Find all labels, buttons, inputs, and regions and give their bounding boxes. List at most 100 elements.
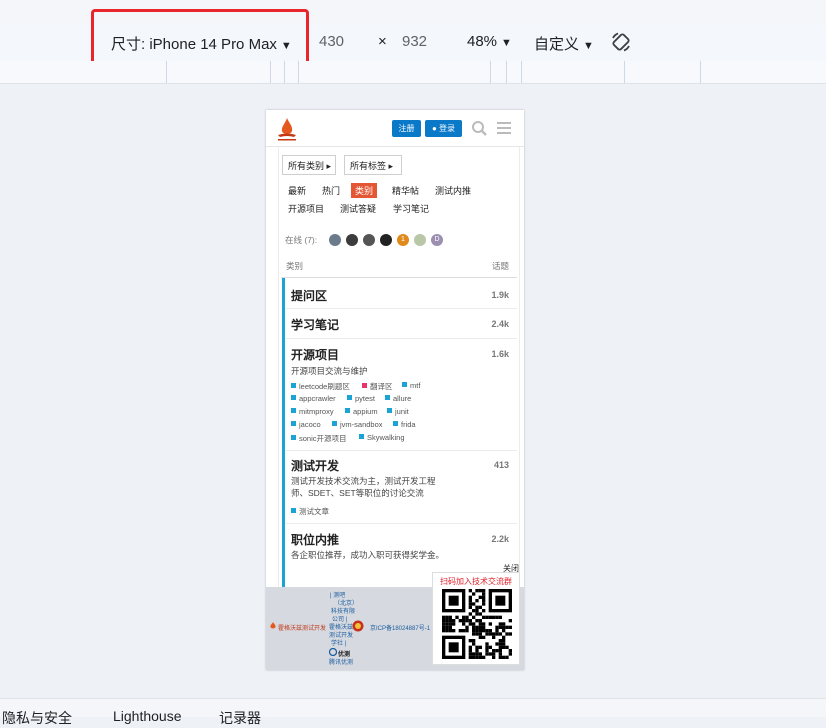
avatar[interactable]: D xyxy=(431,234,443,246)
throttle-label: 自定义 xyxy=(534,36,580,53)
subcategory-label: mtf xyxy=(410,381,421,390)
category-color-bar xyxy=(282,278,285,587)
bullet-square-icon xyxy=(345,408,350,413)
tab-open-source[interactable]: 开源项目 xyxy=(288,202,324,215)
bullet-square-icon xyxy=(332,421,337,426)
footer-line: 学社 | xyxy=(331,641,347,647)
all-tags-dropdown[interactable]: 所有标签 ▸ xyxy=(344,155,402,175)
category-title[interactable]: 开源项目 xyxy=(291,346,339,363)
category-description: 各企职位推荐，成功入职可获得奖学金。 xyxy=(291,550,445,560)
chevron-down-icon: ▼ xyxy=(583,40,594,52)
footer-youce-sub[interactable]: 腾讯优测 xyxy=(329,657,353,666)
tab-lighthouse[interactable]: Lighthouse xyxy=(113,708,182,724)
subcategory-label: appcrawler xyxy=(299,394,336,403)
category-count: 413 xyxy=(493,460,509,470)
icp-license[interactable]: 京ICP备18024887号-1 xyxy=(370,623,430,632)
login-button[interactable]: ● 登录 xyxy=(425,120,462,137)
category-divider xyxy=(285,308,517,309)
rotate-icon[interactable] xyxy=(609,30,633,54)
subcategory-label: jacoco xyxy=(299,420,321,429)
bullet-square-icon xyxy=(393,421,398,426)
category-column-header: 类别 xyxy=(286,261,304,271)
category-count: 2.4k xyxy=(491,319,509,329)
caret-right-icon: ▸ xyxy=(326,161,332,171)
category-divider xyxy=(285,338,517,339)
subcategory-link[interactable]: appium xyxy=(345,407,378,416)
subcategory-link[interactable]: Skywalking xyxy=(359,433,405,442)
category-count: 1.9k xyxy=(491,290,509,300)
avatar[interactable] xyxy=(414,234,426,246)
bullet-square-icon xyxy=(362,383,367,388)
subcategory-label: Skywalking xyxy=(367,433,405,442)
bullet-square-icon xyxy=(291,508,296,513)
category-count: 2.2k xyxy=(491,534,509,544)
site-logo-icon[interactable] xyxy=(274,116,300,142)
subcategory-link[interactable]: allure xyxy=(385,394,411,403)
qr-code-icon xyxy=(442,589,512,659)
tab-privacy-security[interactable]: 隐私与安全 xyxy=(2,708,72,728)
avatar[interactable] xyxy=(329,234,341,246)
bullet-square-icon xyxy=(385,395,390,400)
qr-title: 扫码加入技术交流群 xyxy=(440,577,512,586)
search-icon[interactable] xyxy=(471,120,488,137)
category-description: 开源项目交流与维护 xyxy=(291,366,368,376)
all-tags-label: 所有标签 xyxy=(350,161,387,171)
footer-logo-icon xyxy=(270,622,276,629)
all-categories-label: 所有类别 xyxy=(288,161,325,171)
avatar[interactable] xyxy=(363,234,375,246)
bullet-square-icon xyxy=(291,383,296,388)
tab-qa[interactable]: 测试答疑 xyxy=(340,202,376,215)
tab-categories[interactable]: 类别 xyxy=(351,183,378,198)
hamburger-menu-icon[interactable] xyxy=(496,120,512,136)
width-input[interactable]: 430 xyxy=(319,33,344,50)
subcategory-link[interactable]: pytest xyxy=(347,394,375,403)
subcategory-link[interactable]: mitmproxy xyxy=(291,407,334,416)
height-input[interactable]: 932 xyxy=(402,33,427,50)
tab-latest[interactable]: 最新 xyxy=(288,184,306,197)
category-title[interactable]: 职位内推 xyxy=(291,531,339,548)
category-count: 1.6k xyxy=(491,349,509,359)
media-query-ruler xyxy=(0,61,826,84)
tab-featured[interactable]: 精华帖 xyxy=(392,184,419,197)
category-description: 测试开发技术交流为主，测试开发工程师、SDET、SET等职位的讨论交流 xyxy=(291,476,436,498)
zoom-dropdown[interactable]: 48% ▼ xyxy=(467,33,512,50)
subcategory-link[interactable]: junit xyxy=(387,407,409,416)
category-divider xyxy=(285,450,517,451)
tab-referrals[interactable]: 测试内推 xyxy=(435,184,471,197)
category-title[interactable]: 提问区 xyxy=(291,287,327,304)
subcategory-link[interactable]: jvm-sandbox xyxy=(332,420,383,429)
site-header: 注册 ● 登录 xyxy=(266,110,524,147)
subcategory-link[interactable]: mtf xyxy=(402,381,420,390)
category-title[interactable]: 测试开发 xyxy=(291,457,339,474)
qr-popup: 扫码加入技术交流群 xyxy=(432,572,520,665)
avatar[interactable] xyxy=(380,234,392,246)
throttle-dropdown[interactable]: 自定义 ▼ xyxy=(534,33,594,54)
avatar[interactable] xyxy=(346,234,358,246)
user-icon: ● xyxy=(431,124,437,133)
subcategory-link[interactable]: 翻译区 xyxy=(362,381,393,392)
subcategory-label: 翻译区 xyxy=(370,382,393,391)
header-divider xyxy=(281,277,517,278)
subcategory-link[interactable]: jacoco xyxy=(291,420,321,429)
tab-recorder[interactable]: 记录器 xyxy=(219,708,261,728)
online-users-label: 在线 (7): xyxy=(285,235,318,245)
dimension-separator: × xyxy=(378,33,387,50)
footer-brand[interactable]: 霍格沃兹测试开发 xyxy=(278,623,326,632)
device-viewport: 注册 ● 登录 所有类别 ▸ 所有标签 ▸ 最新 热门 类别 精华帖 测试内推 … xyxy=(266,110,524,670)
subcategory-link[interactable]: sonic开源项目 xyxy=(291,433,347,444)
category-divider xyxy=(285,523,517,524)
subcategory-label: jvm-sandbox xyxy=(340,420,383,429)
tab-notes[interactable]: 学习笔记 xyxy=(393,202,429,215)
tab-hot[interactable]: 热门 xyxy=(322,184,340,197)
subcategory-link[interactable]: frida xyxy=(393,420,416,429)
subcategory-label: frida xyxy=(401,420,416,429)
register-button[interactable]: 注册 xyxy=(392,120,421,137)
subcategory-link[interactable]: leetcode刷题区 xyxy=(291,381,350,392)
subcategory-link[interactable]: appcrawler xyxy=(291,394,336,403)
subcategory-link[interactable]: 测试文章 xyxy=(291,506,329,517)
subcategory-label: mitmproxy xyxy=(299,407,334,416)
all-categories-dropdown[interactable]: 所有类别 ▸ xyxy=(282,155,336,175)
police-badge-icon xyxy=(352,620,364,632)
avatar[interactable]: 1 xyxy=(397,234,409,246)
category-title[interactable]: 学习笔记 xyxy=(291,316,339,333)
